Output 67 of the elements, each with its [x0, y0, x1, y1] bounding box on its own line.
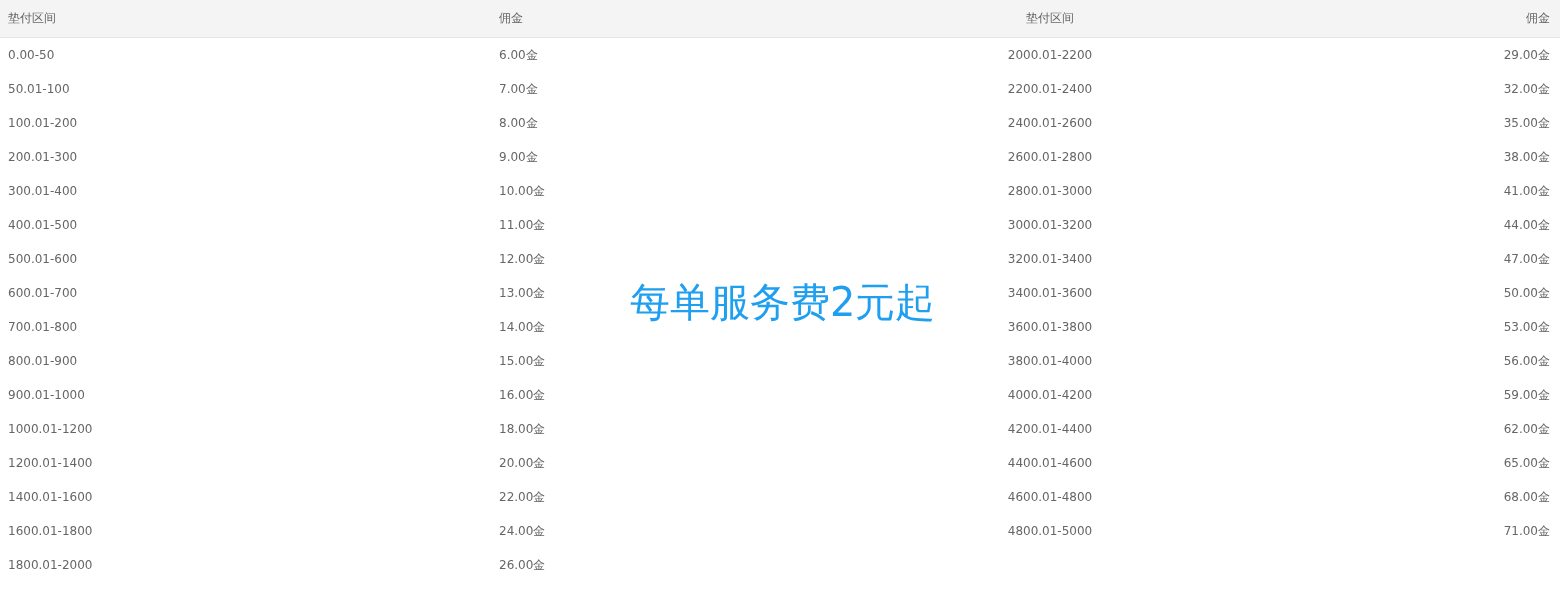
table-cell: 4800.01-5000: [1007, 524, 1093, 538]
table-cell: 400.01-500: [8, 218, 78, 232]
table-cell: 1400.01-1600: [8, 490, 93, 504]
table-cell: 2000.01-2200: [1007, 48, 1093, 62]
service-fee-notice: 每单服务费2元起: [630, 278, 936, 326]
table-cell: 100.01-200: [8, 116, 78, 130]
table-cell: 38.00金: [1503, 149, 1550, 164]
table-cell: 56.00金: [1503, 353, 1550, 368]
table-cell: 300.01-400: [8, 184, 78, 198]
table-cell: 9.00金: [499, 149, 538, 164]
column-header: 垫付区间: [1026, 11, 1074, 25]
table-cell: 16.00金: [499, 387, 546, 402]
table-cell: 1800.01-2000: [8, 558, 93, 572]
table-cell: 59.00金: [1503, 387, 1550, 402]
table-cell: 2400.01-2600: [1007, 116, 1093, 130]
table-cell: 3400.01-3600: [1007, 286, 1093, 300]
table-cell: 900.01-1000: [8, 388, 85, 402]
table-cell: 24.00金: [499, 523, 546, 538]
table-cell: 0.00-50: [8, 48, 55, 62]
table-cell: 11.00金: [499, 217, 546, 232]
table-cell: 3000.01-3200: [1007, 218, 1093, 232]
table-cell: 4200.01-4400: [1007, 422, 1093, 436]
table-cell: 6.00金: [499, 47, 538, 62]
table-cell: 3800.01-4000: [1007, 354, 1093, 368]
table-cell: 44.00金: [1503, 217, 1550, 232]
table-cell: 41.00金: [1503, 183, 1550, 198]
table-cell: 68.00金: [1503, 489, 1550, 504]
table-cell: 1200.01-1400: [8, 456, 93, 470]
table-cell: 10.00金: [499, 183, 546, 198]
table-cell: 71.00金: [1503, 523, 1550, 538]
table-cell: 3200.01-3400: [1007, 252, 1093, 266]
table-cell: 200.01-300: [8, 150, 78, 164]
table-cell: 8.00金: [499, 115, 538, 130]
table-cell: 1600.01-1800: [8, 524, 93, 538]
table-cell: 600.01-700: [8, 286, 78, 300]
table-cell: 22.00金: [499, 489, 546, 504]
table-cell: 29.00金: [1503, 47, 1550, 62]
table-cell: 65.00金: [1503, 455, 1550, 470]
table-cell: 3600.01-3800: [1007, 320, 1093, 334]
column-header: 佣金: [499, 11, 523, 25]
table-cell: 26.00金: [499, 557, 546, 572]
table-cell: 700.01-800: [8, 320, 78, 334]
table-cell: 2800.01-3000: [1007, 184, 1093, 198]
table-cell: 4400.01-4600: [1007, 456, 1093, 470]
table-cell: 53.00金: [1503, 319, 1550, 334]
table-cell: 7.00金: [499, 81, 538, 96]
table-cell: 4000.01-4200: [1007, 388, 1093, 402]
table-cell: 62.00金: [1503, 421, 1550, 436]
table-cell: 800.01-900: [8, 354, 78, 368]
table-cell: 1000.01-1200: [8, 422, 93, 436]
table-cell: 15.00金: [499, 353, 546, 368]
table-cell: 20.00金: [499, 455, 546, 470]
table-cell: 12.00金: [499, 251, 546, 266]
table-cell: 500.01-600: [8, 252, 78, 266]
table-cell: 47.00金: [1503, 251, 1550, 266]
column-header: 垫付区间: [8, 11, 56, 25]
table-cell: 18.00金: [499, 421, 546, 436]
column-header: 佣金: [1526, 11, 1550, 25]
table-cell: 50.01-100: [8, 82, 70, 96]
table-cell: 4600.01-4800: [1007, 490, 1093, 504]
table-cell: 14.00金: [499, 319, 546, 334]
table-cell: 2200.01-2400: [1007, 82, 1093, 96]
table-cell: 2600.01-2800: [1007, 150, 1093, 164]
table-cell: 32.00金: [1503, 81, 1550, 96]
table-cell: 13.00金: [499, 285, 546, 300]
table-cell: 35.00金: [1503, 115, 1550, 130]
table-cell: 50.00金: [1503, 285, 1550, 300]
